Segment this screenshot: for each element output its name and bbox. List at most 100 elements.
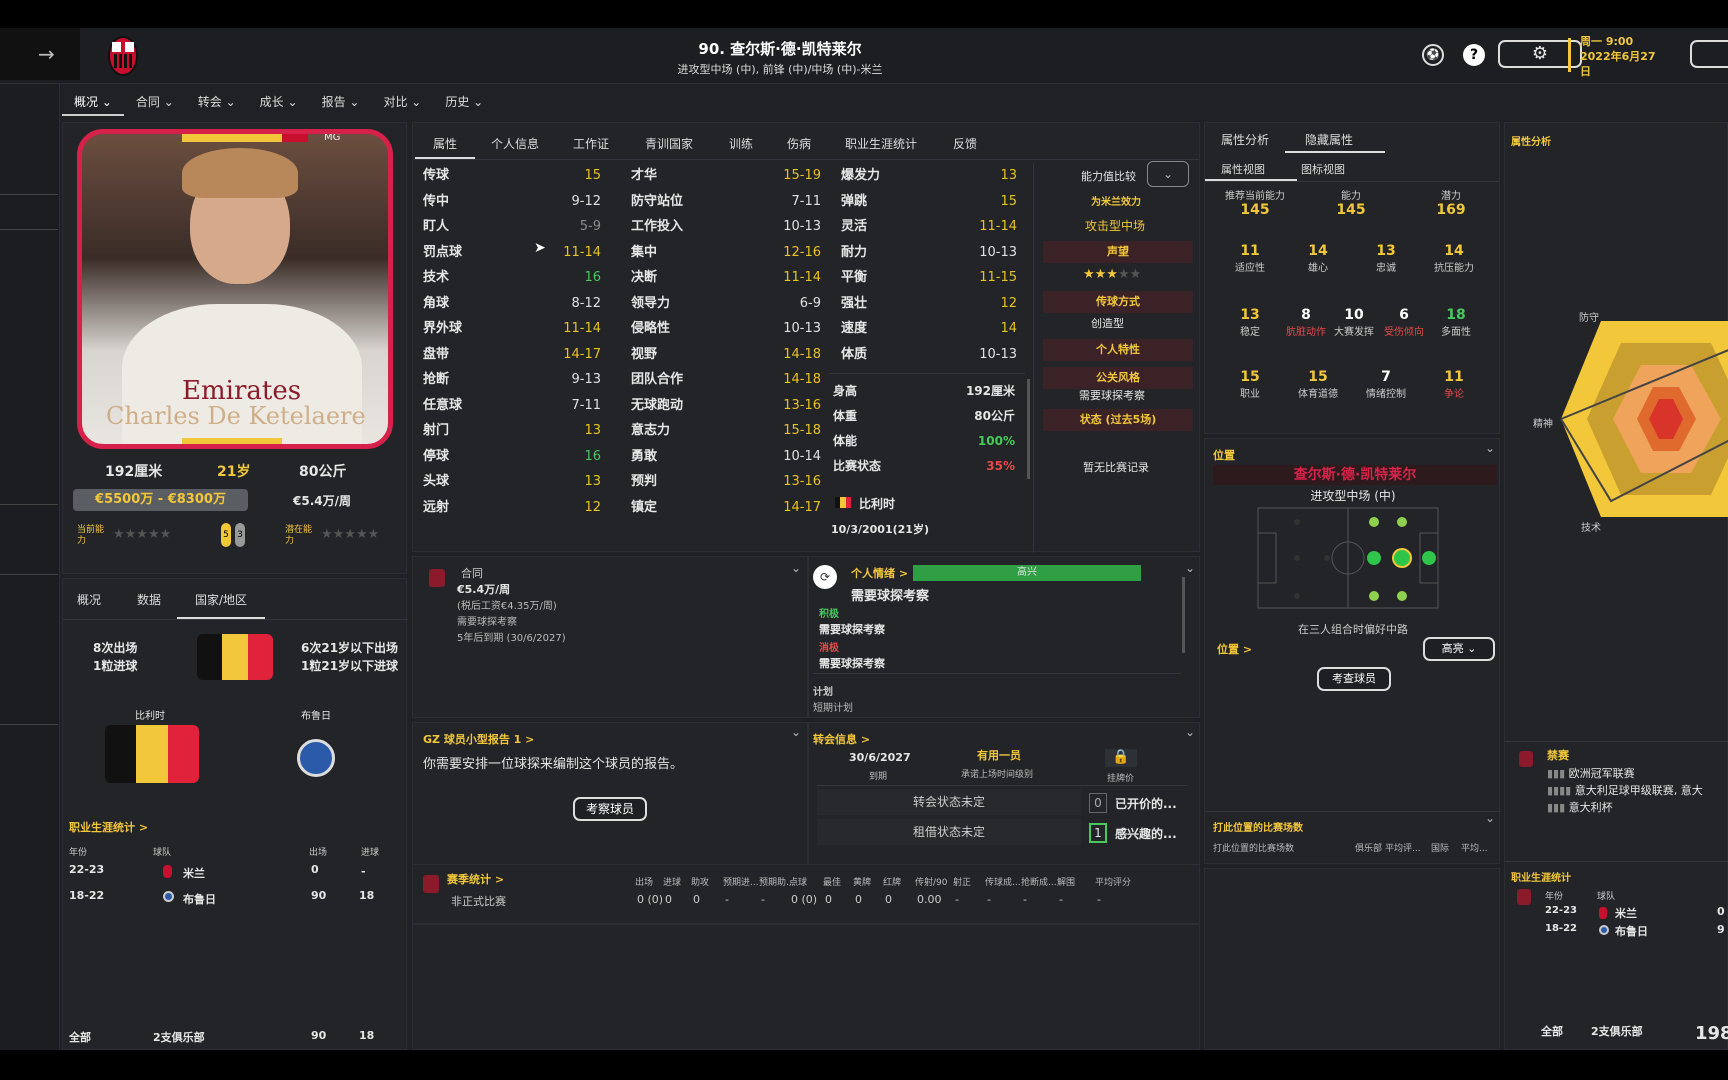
attribute-row[interactable]: 技术 16 (423, 265, 613, 290)
menu-overview[interactable]: 概况 ⌄ (62, 90, 124, 116)
nation-flag[interactable] (105, 725, 199, 783)
attribute-row[interactable]: 团队合作 14-18 (631, 367, 821, 392)
attribute-row[interactable]: 盘带 14-17 (423, 342, 613, 367)
back-arrow-icon[interactable]: → (38, 42, 55, 66)
attribute-row[interactable]: 镇定 14-17 (631, 495, 821, 520)
tab-nation[interactable]: 国家/地区 (195, 591, 247, 608)
hidden-attribute-label: 职业 (1240, 389, 1260, 400)
career-team-link[interactable]: 布鲁日 (183, 891, 216, 907)
career-team-link[interactable]: 米兰 (183, 865, 205, 881)
club-brugge-icon[interactable] (297, 739, 335, 777)
attribute-row[interactable]: 侵略性 10-13 (631, 316, 821, 341)
interest-link[interactable]: 感兴趣的... (1115, 825, 1177, 842)
season-stat-value: 0 (0) (791, 893, 818, 906)
club-badge-icon[interactable] (106, 34, 140, 78)
position-expand-icon[interactable]: ⌄ (1485, 441, 1495, 455)
hidden-attribute-value: 11 (1240, 243, 1260, 259)
attribute-row[interactable]: 角球 8-12 (423, 291, 613, 316)
transfer-expand-icon[interactable]: ⌄ (1185, 725, 1195, 739)
tab-attribute-view[interactable]: 属性视图 (1221, 161, 1265, 177)
menu-compare[interactable]: 对比 ⌄ (371, 90, 433, 116)
attribute-row[interactable]: 预判 13-16 (631, 469, 821, 494)
tab-career[interactable]: 职业生涯统计 (845, 135, 917, 152)
tab-training[interactable]: 训练 (729, 135, 753, 152)
attribute-row[interactable]: 远射 12 (423, 495, 613, 520)
attribute-row[interactable]: 任意球 7-11 (423, 393, 613, 418)
attribute-row[interactable]: 集中 12-16 (631, 240, 821, 265)
attribute-value: 9-12 (571, 193, 601, 209)
attribute-row[interactable]: 传中 9-12 (423, 189, 613, 214)
view-player-button[interactable]: 考查球员 (1317, 667, 1391, 691)
report-expand-icon[interactable]: ⌄ (791, 725, 801, 739)
tab-work-permit[interactable]: 工作证 (573, 135, 609, 152)
mood-expand-icon[interactable]: ⌄ (1185, 561, 1195, 575)
tab-icon-view[interactable]: 图标视图 (1301, 161, 1345, 177)
attribute-row[interactable]: 决断 11-14 (631, 265, 821, 290)
tab-data[interactable]: 数据 (137, 591, 161, 608)
attribute-row[interactable]: 体质 10-13 (841, 342, 1027, 367)
attribute-row[interactable]: 勇敢 10-14 (631, 444, 821, 469)
menu-development[interactable]: 成长 ⌄ (248, 90, 310, 116)
tab-personal[interactable]: 个人信息 (491, 135, 539, 152)
attribute-row[interactable]: 界外球 11-14 (423, 316, 613, 341)
attribute-row[interactable]: 头球 13 (423, 469, 613, 494)
attribute-row[interactable]: 平衡 11-15 (841, 265, 1027, 290)
attribute-row[interactable]: 爆发力 13 (841, 163, 1027, 188)
tab-hidden-attributes[interactable]: 隐藏属性 (1305, 131, 1353, 148)
attribute-label: 无球跑动 (631, 397, 684, 413)
career-team-link[interactable]: 布鲁日 (1615, 923, 1648, 939)
attribute-row[interactable]: 视野 14-18 (631, 342, 821, 367)
mood-scrollbar[interactable] (1182, 577, 1185, 653)
tab-youth-nation[interactable]: 青训国家 (645, 135, 693, 152)
menu-transfer[interactable]: 转会 ⌄ (186, 90, 248, 116)
menu-reports[interactable]: 报告 ⌄ (310, 90, 372, 116)
attribute-row[interactable]: 罚点球 11-14 (423, 240, 613, 265)
attribute-row[interactable]: 弹跳 15 (841, 189, 1027, 214)
position-link[interactable]: 位置 > (1217, 641, 1252, 657)
tab-attributes[interactable]: 属性 (433, 135, 457, 152)
menu-history[interactable]: 历史 ⌄ (433, 90, 495, 116)
world-icon[interactable]: ⚽ (1422, 44, 1444, 66)
matches-expand-icon[interactable]: ⌄ (1485, 811, 1495, 825)
transfer-info-link[interactable]: 转会信息 > (813, 731, 870, 747)
season-stat-value: 0 (855, 893, 862, 906)
contract-wage: €5.4万/周 (457, 583, 511, 596)
scout-report-link[interactable]: GZ 球员小型报告 1 > (423, 731, 534, 747)
attribute-row[interactable]: 才华 15-19 (631, 163, 821, 188)
info-scrollbar[interactable] (1027, 379, 1030, 479)
attribute-row[interactable]: 抢断 9-13 (423, 367, 613, 392)
hidden-attribute-label: 雄心 (1308, 263, 1328, 274)
attribute-row[interactable]: 领导力 6-9 (631, 291, 821, 316)
tab-overview[interactable]: 概况 (77, 591, 101, 608)
hidden-attribute-value: 7 (1381, 369, 1391, 385)
highlight-dropdown[interactable]: 高亮 ⌄ (1423, 637, 1495, 661)
scout-player-button[interactable]: 考察球员 (573, 797, 647, 821)
attribute-row[interactable]: 工作投入 10-13 (631, 214, 821, 239)
contract-expand-icon[interactable]: ⌄ (791, 561, 801, 575)
menu-contract[interactable]: 合同 ⌄ (124, 90, 186, 116)
attribute-row[interactable]: 无球跑动 13-16 (631, 393, 821, 418)
offers-link[interactable]: 已开价的... (1115, 795, 1177, 812)
season-stat-value: - (987, 893, 991, 906)
attribute-row[interactable]: 速度 14 (841, 316, 1027, 341)
career-stats-link[interactable]: 职业生涯统计 > (69, 819, 148, 835)
tab-feedback[interactable]: 反馈 (953, 135, 977, 152)
help-icon[interactable]: ? (1463, 44, 1485, 66)
attribute-row[interactable]: 灵活 11-14 (841, 214, 1027, 239)
attribute-row[interactable]: 盯人 5-9 (423, 214, 613, 239)
career-team-link[interactable]: 米兰 (1615, 905, 1637, 921)
compare-dropdown[interactable]: ⌄ (1147, 161, 1189, 187)
season-stat-value: 0 (0) (637, 893, 664, 906)
continue-button[interactable] (1690, 40, 1728, 68)
attribute-row[interactable]: 强壮 12 (841, 291, 1027, 316)
tab-attribute-analysis[interactable]: 属性分析 (1221, 131, 1269, 148)
attribute-row[interactable]: 耐力 10-13 (841, 240, 1027, 265)
attribute-row[interactable]: 停球 16 (423, 444, 613, 469)
attribute-row[interactable]: 传球 15 (423, 163, 613, 188)
attribute-row[interactable]: 防守站位 7-11 (631, 189, 821, 214)
mood-link[interactable]: 个人情绪 > (851, 565, 908, 581)
attribute-label: 强壮 (841, 295, 868, 311)
attribute-row[interactable]: 射门 13 (423, 418, 613, 443)
attribute-row[interactable]: 意志力 15-18 (631, 418, 821, 443)
tab-injury[interactable]: 伤病 (787, 135, 811, 152)
